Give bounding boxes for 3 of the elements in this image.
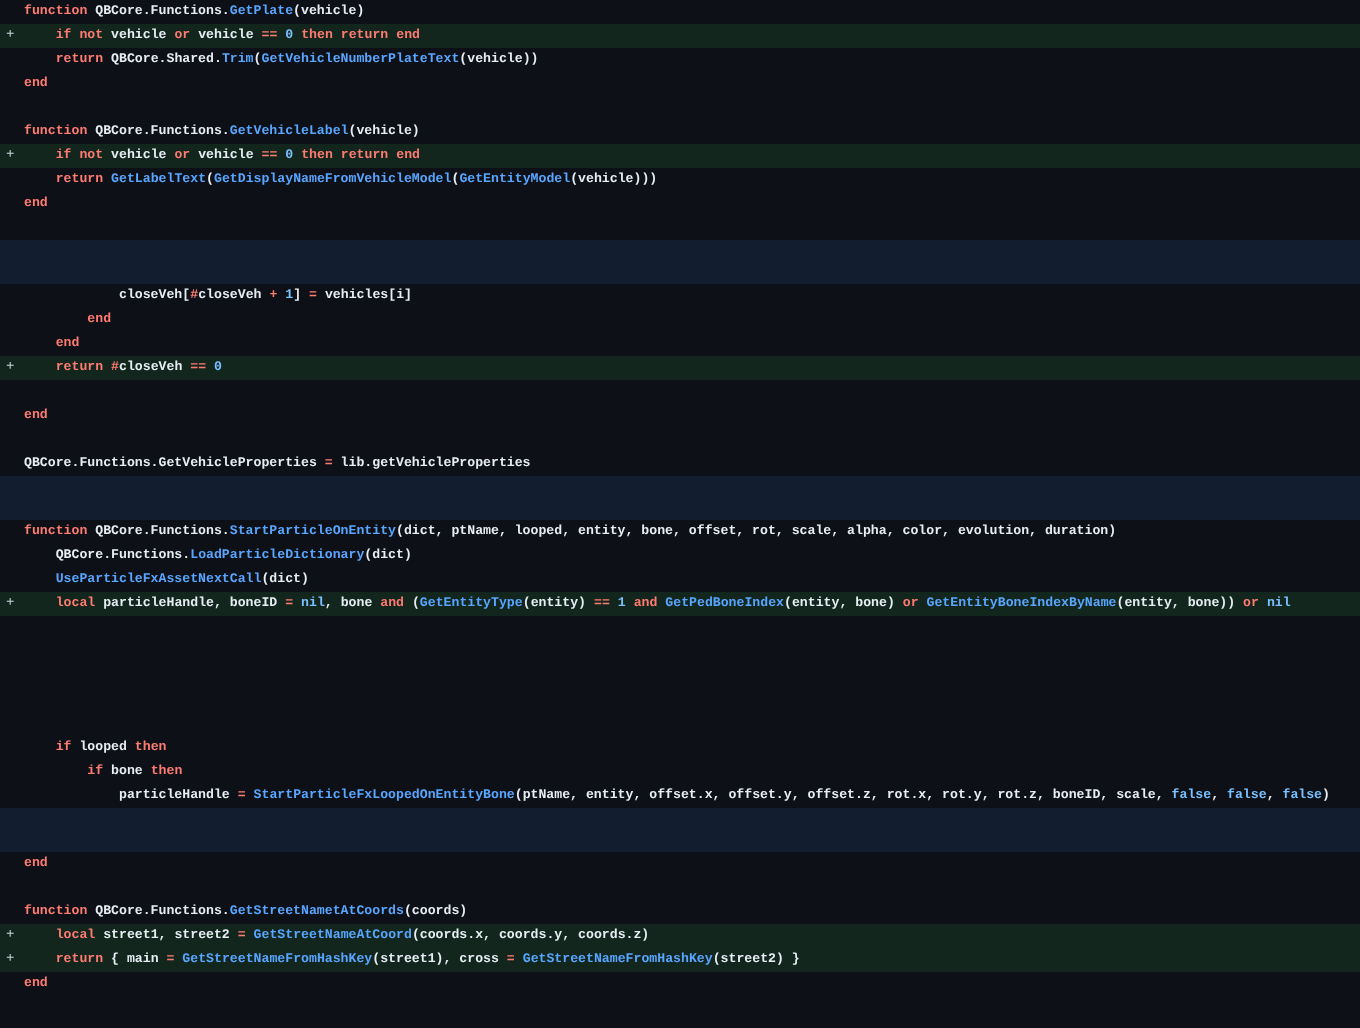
hunk-separator[interactable]: [0, 476, 1360, 520]
hunk-separator[interactable]: [0, 808, 1360, 852]
hunk-separator[interactable]: [0, 240, 1360, 284]
